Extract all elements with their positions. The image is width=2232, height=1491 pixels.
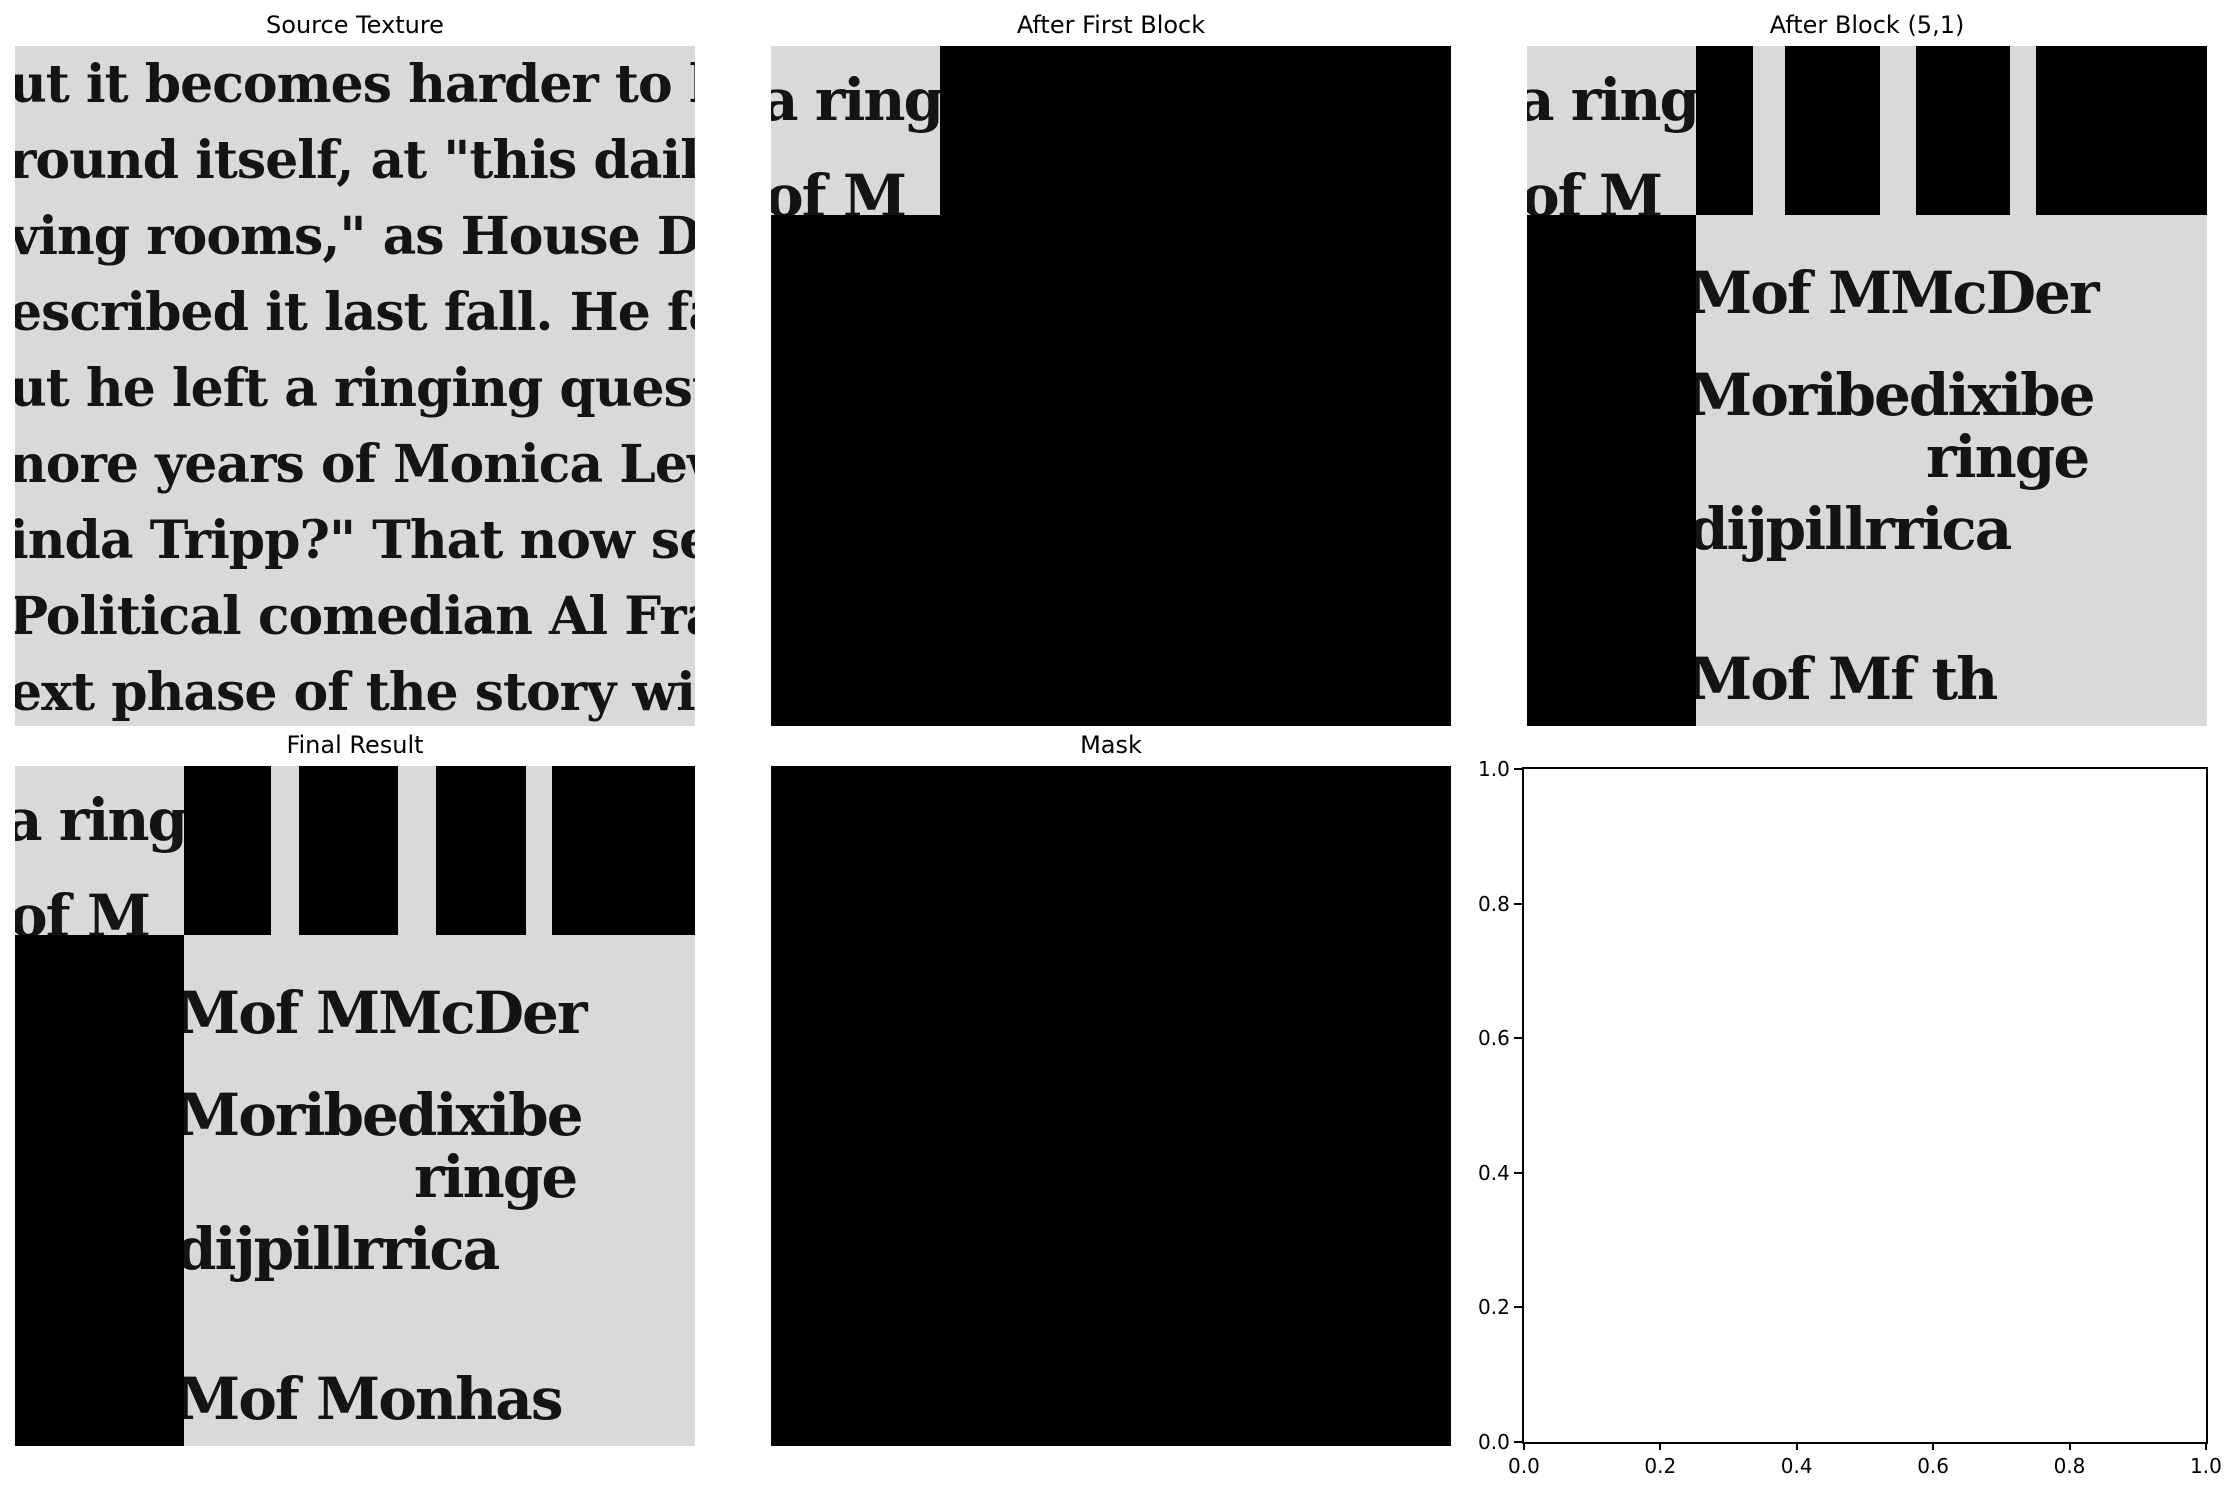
x-tick-mark bbox=[1659, 1442, 1662, 1450]
y-tick-mark bbox=[1514, 768, 1522, 770]
y-tick-label: 0.4 bbox=[1478, 1160, 1510, 1185]
x-tick-mark bbox=[2068, 1442, 2071, 1450]
block51-main-region: Mof MMcDer Moribedixibe ringe dijpillrri… bbox=[1696, 215, 2207, 726]
block51-row-3b: ringe bbox=[1926, 423, 2090, 491]
after-block-5-1-title: After Block (5,1) bbox=[1769, 11, 1965, 39]
source-text-line-1: ut it becomes harder to lau bbox=[15, 54, 695, 115]
final-row-2: Mof MMcDer bbox=[184, 979, 588, 1047]
first-block-tile: a ring of M bbox=[771, 46, 940, 215]
mask-title: Mask bbox=[1080, 731, 1142, 759]
final-top-strip-1 bbox=[271, 766, 299, 935]
y-tick-label: 0.2 bbox=[1478, 1295, 1510, 1320]
y-tick-label: 0.0 bbox=[1478, 1430, 1510, 1454]
source-text-line-2: round itself, at "this daily r bbox=[15, 130, 695, 191]
source-text-line-9: ext phase of the story will bbox=[15, 662, 695, 723]
source-text-line-6: nore years of Monica Lewin bbox=[15, 434, 695, 495]
final-top-strip-3 bbox=[526, 766, 552, 935]
after-first-block-image: a ring of M bbox=[771, 46, 1451, 726]
source-texture-image: ut it becomes harder to lau round itself… bbox=[15, 46, 695, 726]
block51-row-3: Moribedixibe bbox=[1696, 361, 2096, 429]
final-main-region: Mof MMcDer Moribedixibe ringe dijpillrri… bbox=[184, 935, 695, 1446]
y-tick-label: 1.0 bbox=[1478, 757, 1510, 781]
after-block-5-1-image: a ring of M Mof MMcDer Moribedixibe ring… bbox=[1527, 46, 2207, 726]
y-tick-mark bbox=[1514, 1306, 1522, 1309]
block51-top-strip-3 bbox=[2010, 46, 2036, 215]
y-tick-mark bbox=[1514, 902, 1522, 905]
block51-row-5: Mof Mf th bbox=[1696, 645, 1998, 713]
final-fragment-top: a ring bbox=[15, 786, 184, 854]
final-result-title: Final Result bbox=[286, 731, 424, 759]
x-tick-label: 0.4 bbox=[1780, 1454, 1813, 1478]
after-first-block-title: After First Block bbox=[1016, 11, 1206, 39]
y-tick-mark bbox=[1514, 1037, 1522, 1040]
x-tick-mark bbox=[1523, 1442, 1525, 1450]
x-tick-label: 0.6 bbox=[1917, 1454, 1949, 1478]
block51-fragment-top: a ring bbox=[1527, 66, 1696, 134]
x-tick-label: 0.2 bbox=[1644, 1454, 1677, 1478]
block51-row-4: dijpillrrica bbox=[1696, 495, 2012, 563]
source-text-line-5: ut he left a ringing questio bbox=[15, 358, 695, 419]
final-row-4: dijpillrrica bbox=[184, 1215, 500, 1283]
block51-row-2: Mof MMcDer bbox=[1696, 259, 2100, 327]
first-block-fragment-top: a ring bbox=[771, 66, 940, 134]
x-tick-label: 0.0 bbox=[1508, 1454, 1540, 1478]
source-text-line-3: ving rooms," as House Der bbox=[15, 206, 695, 267]
final-top-strip-2 bbox=[398, 766, 436, 935]
y-tick-label: 0.6 bbox=[1478, 1026, 1510, 1051]
y-tick-mark bbox=[1514, 1441, 1522, 1443]
final-row-5: Mof Monhas bbox=[184, 1365, 563, 1433]
x-tick-mark bbox=[1932, 1442, 1935, 1450]
x-tick-label: 1.0 bbox=[2190, 1454, 2222, 1478]
mask-image bbox=[771, 766, 1451, 1446]
block51-fragment-bottom: of M bbox=[1527, 162, 1663, 215]
source-text-line-7: inda Tripp?" That now seen bbox=[15, 510, 695, 571]
source-text-line-4: escribed it last fall. He fai bbox=[15, 282, 695, 343]
x-tick-mark bbox=[1795, 1442, 1798, 1450]
block51-top-strip-2 bbox=[1880, 46, 1916, 215]
empty-axes: 0.0 0.2 0.4 0.6 0.8 1.0 0.0 0.2 0.4 0.6 0.8 1.0 bbox=[1478, 757, 2222, 1478]
y-tick-label: 0.8 bbox=[1478, 891, 1510, 916]
source-texture-title: Source Texture bbox=[266, 11, 444, 39]
block51-top-strip-1 bbox=[1753, 46, 1785, 215]
x-tick-label: 0.8 bbox=[2053, 1454, 2086, 1478]
final-row-3: Moribedixibe bbox=[184, 1081, 584, 1149]
x-tick-mark bbox=[2205, 1442, 2207, 1450]
y-tick-mark bbox=[1514, 1171, 1522, 1174]
final-fragment-bottom: of M bbox=[15, 882, 151, 935]
first-block-fragment-bottom: of M bbox=[771, 162, 907, 215]
block51-corner-tile: a ring of M bbox=[1527, 46, 1696, 215]
source-text-line-8: Political comedian Al Fran bbox=[15, 586, 695, 647]
final-result-image: a ring of M Mof MMcDer Moribedixibe ring… bbox=[15, 766, 695, 1446]
final-row-3b: ringe bbox=[414, 1143, 578, 1211]
final-corner-tile: a ring of M bbox=[15, 766, 184, 935]
